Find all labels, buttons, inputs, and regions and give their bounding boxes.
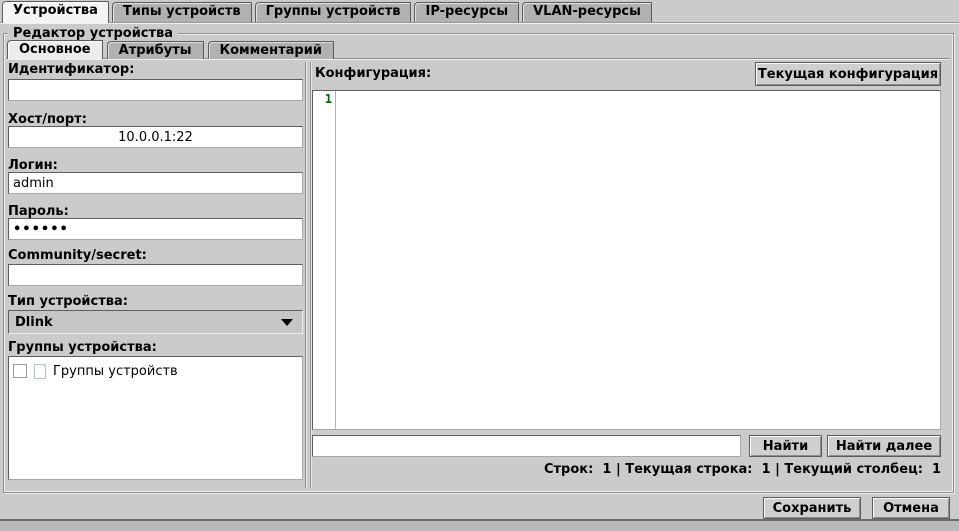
editor-status-text: Строк: 1 | Текущая строка: 1 | Текущий с…	[544, 462, 941, 477]
identifier-label: Идентификатор:	[8, 62, 134, 77]
device-groups-list[interactable]: Группы устройств	[8, 356, 303, 480]
host-port-input[interactable]	[8, 126, 303, 148]
tab-attributes[interactable]: Атрибуты	[107, 41, 204, 59]
device-type-select[interactable]: Dlink	[8, 310, 303, 334]
login-input[interactable]	[8, 172, 303, 194]
configuration-text[interactable]	[336, 91, 940, 429]
tree-item[interactable]: Группы устройств	[13, 363, 302, 379]
community-label: Community/secret:	[8, 248, 147, 263]
tab-device-types[interactable]: Типы устройств	[112, 2, 252, 22]
find-next-button[interactable]: Найти далее	[827, 435, 941, 457]
line-number: 1	[325, 92, 332, 106]
password-input[interactable]	[8, 218, 303, 240]
tab-device-groups[interactable]: Группы устройств	[255, 2, 412, 22]
password-label: Пароль:	[8, 204, 69, 219]
panel-title: Редактор устройства	[8, 26, 178, 41]
configuration-label: Конфигурация:	[315, 66, 431, 81]
tab-general[interactable]: Основное	[7, 40, 103, 59]
identifier-input[interactable]	[8, 79, 303, 101]
group-checkbox[interactable]	[13, 364, 27, 378]
tree-item-label: Группы устройств	[53, 364, 178, 379]
find-input[interactable]	[312, 435, 741, 457]
tab-vlan-resources[interactable]: VLAN-ресурсы	[522, 2, 652, 22]
line-number-gutter: 1	[313, 91, 336, 429]
login-label: Логин:	[8, 158, 58, 173]
device-type-value: Dlink	[9, 315, 281, 330]
panel-divider	[305, 62, 311, 488]
editor-tab-bar: Основное Атрибуты Комментарий	[7, 40, 334, 59]
find-button[interactable]: Найти	[749, 435, 822, 457]
current-configuration-button[interactable]: Текущая конфигурация	[755, 62, 941, 86]
cancel-button[interactable]: Отмена	[872, 497, 950, 519]
device-type-label: Тип устройства:	[8, 294, 128, 309]
tab-ip-resources[interactable]: IP-ресурсы	[414, 2, 519, 22]
tab-devices[interactable]: Устройства	[2, 1, 109, 23]
tab-comment[interactable]: Комментарий	[208, 41, 334, 59]
document-icon	[34, 364, 46, 379]
community-input[interactable]	[8, 264, 303, 286]
device-editor-window: Устройства Типы устройств Группы устройс…	[0, 0, 959, 531]
tab-content-divider	[0, 22, 959, 24]
configuration-editor[interactable]: 1	[312, 90, 941, 430]
window-bottom-edge	[0, 519, 959, 531]
host-port-label: Хост/порт:	[8, 112, 87, 127]
chevron-down-icon	[281, 319, 293, 326]
save-button[interactable]: Сохранить	[763, 497, 861, 519]
main-tab-bar: Устройства Типы устройств Группы устройс…	[2, 1, 652, 22]
device-groups-label: Группы устройства:	[8, 340, 157, 355]
